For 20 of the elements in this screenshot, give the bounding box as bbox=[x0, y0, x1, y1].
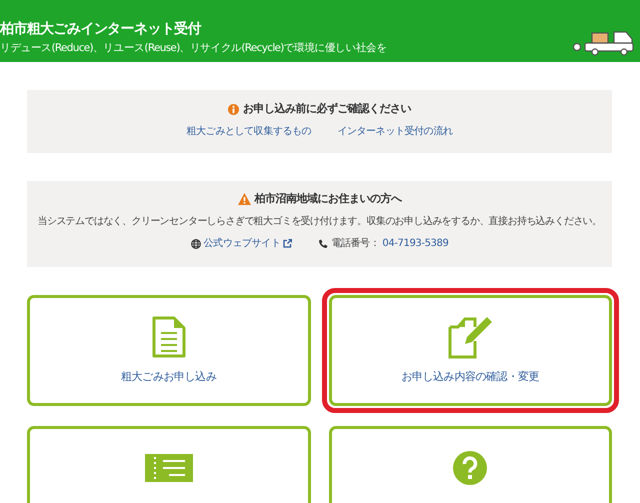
menu-card[interactable]: お申し込み内容の確認・変更 bbox=[328, 295, 612, 406]
notice-heading: お申し込み前に必ずご確認ください bbox=[243, 101, 411, 117]
notice-heading: 柏市沼南地域にお住まいの方へ bbox=[254, 191, 402, 207]
menu-card[interactable]: 粗大ごみお申し込み bbox=[27, 295, 310, 406]
link[interactable]: インターネット受付の流れ bbox=[337, 124, 452, 139]
info-icon bbox=[228, 104, 239, 114]
phone-link[interactable]: 04-7193-5389 bbox=[382, 236, 448, 251]
help-icon bbox=[453, 451, 488, 485]
website-link[interactable]: 公式ウェブサイト bbox=[190, 236, 292, 251]
phone-icon bbox=[318, 238, 328, 248]
external-link-icon bbox=[283, 239, 292, 248]
ticket-icon bbox=[144, 454, 193, 482]
warning-icon bbox=[238, 193, 250, 205]
site-tagline: リデュース(Reduce)、リユース(Reuse)、リサイクル(Recycle)で環境に優しい社会を bbox=[0, 41, 387, 56]
phone-label: 電話番号： bbox=[331, 236, 380, 251]
document-icon bbox=[152, 316, 186, 358]
globe-icon bbox=[190, 238, 201, 248]
edit-icon bbox=[447, 315, 494, 359]
link[interactable]: 粗大ごみとして収集するもの bbox=[186, 124, 312, 139]
notice-text: 当システムではなく、クリーンセンターしらさぎで粗大ゴミを受け付けます。収集のお申し込みをするか、直接お持ち込みください。 bbox=[37, 214, 602, 229]
